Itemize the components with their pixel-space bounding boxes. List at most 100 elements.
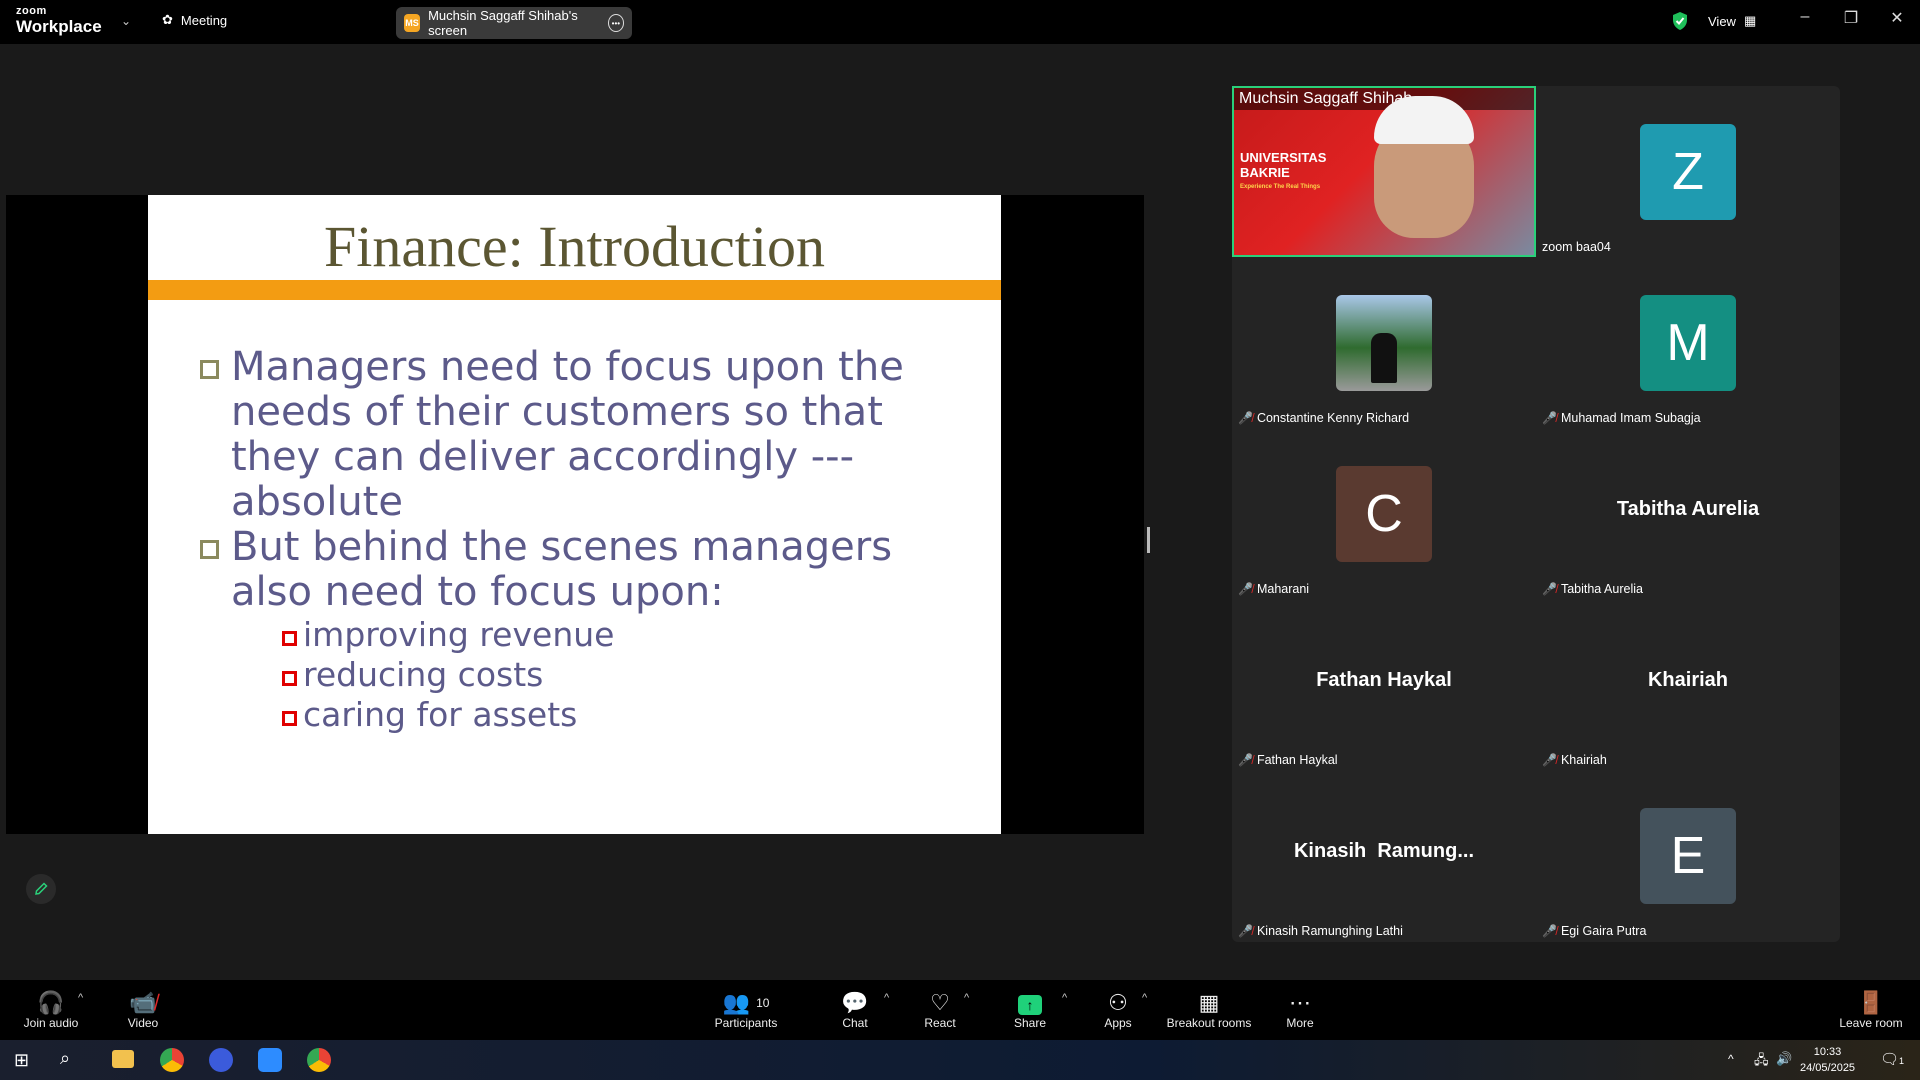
logo-big-text: Workplace	[16, 17, 102, 36]
system-clock[interactable]: 10:33 24/05/2025	[1800, 1044, 1855, 1076]
minimize-icon[interactable]: –	[1790, 8, 1820, 26]
participant-tile[interactable]: Khairiah 🎤̸ Khairiah	[1536, 599, 1840, 770]
title-bar: zoom Workplace ⌄ ✿ Meeting MS Muchsin Sa…	[0, 0, 1920, 44]
participant-tile[interactable]: Tabitha Aurelia 🎤̸ Tabitha Aurelia	[1536, 428, 1840, 599]
person-figure	[1371, 333, 1397, 383]
windows-start-icon[interactable]: ⊞	[14, 1050, 29, 1071]
react-button[interactable]: ♡ React	[920, 990, 960, 1030]
volume-icon[interactable]: 🔊	[1776, 1051, 1792, 1067]
zoom-taskbar-icon[interactable]	[258, 1048, 282, 1072]
participant-display-name: Fathan Haykal	[1316, 669, 1452, 691]
participant-name-text: Maharani	[1256, 582, 1310, 596]
restore-icon[interactable]: ❐	[1836, 8, 1866, 28]
share-label: Share	[1013, 1016, 1047, 1030]
network-icon[interactable]: 🖧	[1754, 1051, 1769, 1073]
video-off-icon: 📹̸	[129, 990, 157, 1015]
join-audio-button[interactable]: 🎧 Join audio	[20, 990, 82, 1030]
participants-button[interactable]: 👥 10 Participants	[710, 990, 782, 1030]
search-icon[interactable]: ⌕	[60, 1048, 70, 1069]
chevron-up-icon[interactable]: ^	[884, 992, 889, 1004]
chevron-up-icon[interactable]: ^	[1062, 992, 1067, 1004]
sub-bullet-box-icon	[282, 630, 297, 646]
presenter-badge: MS	[404, 14, 421, 32]
sub-bullet-item: reducing costs	[282, 655, 980, 695]
participant-name: Muchsin Saggaff Shihab	[1234, 88, 1534, 110]
participant-video-tile[interactable]: UNIVERSITAS BAKRIE Experience The Real T…	[1232, 86, 1536, 257]
participant-tile[interactable]: E 🎤̸ Egi Gaira Putra	[1536, 770, 1840, 941]
file-explorer-icon[interactable]	[112, 1050, 134, 1068]
meeting-icon: ✿	[162, 12, 173, 27]
participant-name-text: Constantine Kenny Richard	[1256, 411, 1410, 425]
bullet-text: Managers need to focus upon the needs of…	[231, 344, 904, 525]
share-button[interactable]: ↑ Share	[1010, 990, 1050, 1030]
pencil-icon	[35, 882, 48, 895]
participants-icon: 👥 10	[722, 990, 770, 1015]
participant-tile[interactable]: M 🎤̸ Muhamad Imam Subagja	[1536, 257, 1840, 428]
bullet-box-icon	[200, 540, 219, 559]
chevron-up-icon[interactable]: ^	[78, 992, 83, 1004]
sub-bullet-text: caring for assets	[303, 695, 578, 734]
mic-muted-icon: 🎤̸	[1238, 753, 1253, 767]
app-icon[interactable]	[209, 1048, 233, 1072]
apps-icon: ⚇	[1108, 990, 1128, 1015]
meeting-menu[interactable]: ✿ Meeting	[162, 12, 227, 28]
avatar: C	[1336, 466, 1432, 562]
clock-date: 24/05/2025	[1800, 1062, 1856, 1074]
more-button[interactable]: ⋯ More	[1280, 990, 1320, 1030]
participant-name: 🎤̸ Khairiah	[1542, 753, 1607, 767]
participant-name-text: zoom baa04	[1542, 240, 1611, 254]
more-icon[interactable]: •••	[607, 14, 624, 32]
notification-count: 1	[1899, 1056, 1905, 1066]
chevron-down-icon[interactable]: ⌄	[121, 14, 131, 28]
participant-name: zoom baa04	[1542, 240, 1611, 254]
video-button[interactable]: 📹̸ Video	[118, 990, 168, 1030]
participant-name-text: Fathan Haykal	[1256, 753, 1338, 767]
chat-button[interactable]: 💬 Chat	[835, 990, 875, 1030]
apps-label: Apps	[1104, 1016, 1132, 1030]
apps-button[interactable]: ⚇ Apps	[1098, 990, 1138, 1030]
participant-name-text: Tabitha Aurelia	[1560, 582, 1643, 596]
shield-icon[interactable]	[1671, 11, 1689, 31]
chrome-icon[interactable]	[160, 1048, 184, 1072]
tray-chevron-icon[interactable]: ^	[1728, 1052, 1734, 1066]
chevron-up-icon[interactable]: ^	[964, 992, 969, 1004]
mic-muted-icon: 🎤̸	[1542, 753, 1557, 767]
notifications-icon[interactable]: 🗨1	[1880, 1050, 1904, 1068]
breakout-label: Breakout rooms	[1166, 1016, 1252, 1030]
bullet-box-icon	[200, 360, 219, 379]
view-label: View	[1708, 13, 1736, 29]
participant-tile[interactable]: Z zoom baa04	[1536, 86, 1840, 257]
chat-icon: 💬	[841, 990, 869, 1015]
clock-time: 10:33	[1813, 1046, 1842, 1058]
meeting-label: Meeting	[180, 12, 228, 28]
viewing-screen-pill[interactable]: MS Muchsin Saggaff Shihab's screen •••	[396, 7, 632, 39]
participant-name-text: Kinasih Ramunghing Lathi	[1256, 924, 1403, 938]
banner-line: UNIVERSITAS	[1240, 150, 1327, 165]
chrome-icon[interactable]	[307, 1048, 331, 1072]
participant-name: 🎤̸ Muhamad Imam Subagja	[1542, 411, 1701, 425]
sub-bullet-item: improving revenue	[282, 615, 980, 655]
mic-muted-icon: 🎤̸	[1542, 411, 1557, 425]
participant-name-text: Khairiah	[1560, 753, 1607, 767]
participant-tile[interactable]: Kinasih Ramung... 🎤̸ Kinasih Ramunghing …	[1232, 770, 1536, 941]
chevron-up-icon[interactable]: ^	[1142, 992, 1147, 1004]
leave-room-button[interactable]: 🚪 Leave room	[1838, 990, 1904, 1030]
participant-display-name: Khairiah	[1647, 669, 1729, 691]
avatar: Z	[1640, 124, 1736, 220]
annotate-button[interactable]	[26, 874, 56, 904]
close-icon[interactable]: ✕	[1882, 8, 1912, 28]
avatar: E	[1640, 808, 1736, 904]
participant-tile[interactable]: 🎤̸ Constantine Kenny Richard	[1232, 257, 1536, 428]
split-drag-handle[interactable]	[1147, 527, 1150, 553]
view-button[interactable]: View ▦	[1708, 13, 1756, 29]
grid-icon: ▦	[1743, 13, 1757, 28]
banner-tagline: Experience The Real Things	[1240, 184, 1321, 190]
breakout-rooms-button[interactable]: ▦ Breakout rooms	[1166, 990, 1252, 1030]
participant-name: 🎤̸ Kinasih Ramunghing Lathi	[1238, 924, 1403, 938]
sub-bullet-item: caring for assets	[282, 695, 980, 735]
participant-tile[interactable]: Fathan Haykal 🎤̸ Fathan Haykal	[1232, 599, 1536, 770]
avatar-photo	[1336, 295, 1432, 391]
more-icon: ⋯	[1289, 990, 1311, 1015]
screen-label: Muchsin Saggaff Shihab's screen	[428, 8, 578, 38]
participant-tile[interactable]: C 🎤̸ Maharani	[1232, 428, 1536, 599]
